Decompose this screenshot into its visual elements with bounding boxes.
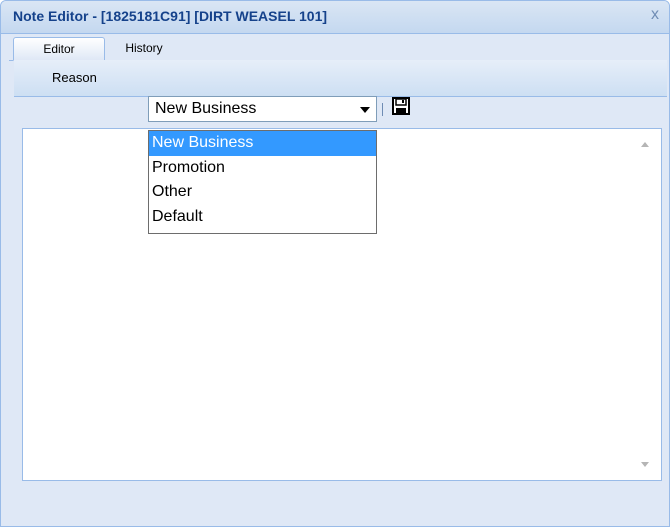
save-icon[interactable] (392, 97, 410, 115)
chevron-down-icon[interactable] (360, 107, 370, 113)
dropdown-option-other[interactable]: Other (149, 180, 376, 205)
reason-dropdown-list: New Business Promotion Other Default (148, 130, 377, 234)
tab-editor[interactable]: Editor (13, 37, 105, 61)
dropdown-option-default[interactable]: Default (149, 205, 376, 230)
title-bar[interactable]: Note Editor - [1825181C91] [DIRT WEASEL … (1, 1, 669, 34)
scroll-down-icon[interactable] (641, 462, 649, 467)
reason-label: Reason (52, 70, 97, 85)
toolbar: Reason (14, 60, 667, 97)
reason-select-value: New Business (155, 100, 257, 117)
close-icon[interactable]: x (651, 6, 659, 24)
tab-strip: Editor History (9, 34, 663, 61)
reason-select[interactable]: New Business (148, 96, 377, 122)
toolbar-separator (382, 103, 383, 116)
tab-history[interactable]: History (109, 37, 179, 59)
scroll-up-icon[interactable] (641, 142, 649, 147)
dropdown-option-promotion[interactable]: Promotion (149, 156, 376, 181)
window-title: Note Editor - [1825181C91] [DIRT WEASEL … (13, 8, 328, 24)
dropdown-option-new-business[interactable]: New Business (149, 131, 376, 156)
